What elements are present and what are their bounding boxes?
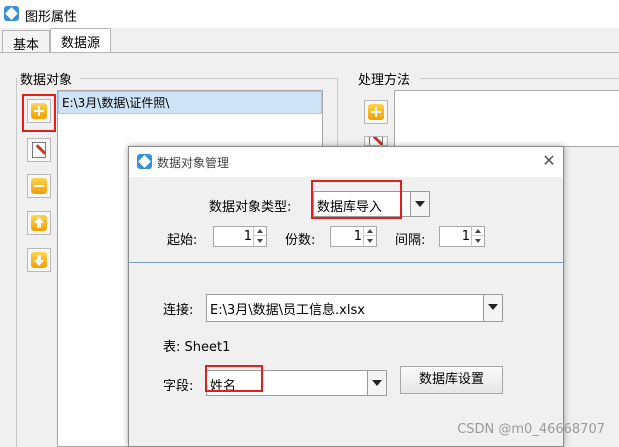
connection-select[interactable]: E:\3月\数据\员工信息.xlsx (206, 294, 503, 322)
start-stepper[interactable]: 1 (213, 226, 267, 247)
table-text: 表: Sheet1 (163, 340, 231, 355)
copies-stepper[interactable]: 1 (330, 226, 377, 247)
edit-icon (369, 137, 383, 145)
process-list[interactable] (394, 90, 619, 147)
chevron-down-icon[interactable] (483, 295, 502, 321)
type-label: 数据对象类型: (209, 200, 292, 215)
edit-object-button[interactable] (27, 138, 51, 162)
app-icon (4, 6, 19, 21)
window-title: 图形属性 (25, 10, 78, 25)
title-bar (0, 0, 619, 28)
edit-icon (32, 142, 46, 158)
database-settings-button[interactable]: 数据库设置 (400, 366, 503, 394)
add-process-button[interactable] (364, 100, 388, 124)
arrow-down-icon (31, 252, 47, 268)
start-label: 起始: (167, 233, 198, 248)
add-icon (368, 104, 384, 120)
group-divider (420, 78, 619, 79)
interval-stepper[interactable]: 1 (439, 226, 485, 247)
move-down-button[interactable] (27, 248, 51, 272)
connection-label: 连接: (163, 303, 194, 318)
dialog-app-icon (137, 154, 152, 169)
copies-value: 1 (353, 229, 362, 244)
remove-object-button[interactable] (27, 174, 51, 198)
tab-data-source[interactable]: 数据源 (50, 28, 112, 52)
tab-divider (0, 52, 619, 53)
copies-label: 份数: (285, 233, 316, 248)
chevron-down-icon[interactable] (410, 192, 429, 216)
close-icon[interactable]: ✕ (540, 152, 558, 170)
move-up-button[interactable] (27, 211, 51, 235)
add-button-highlight (22, 94, 56, 132)
connection-value: E:\3月\数据\员工信息.xlsx (210, 303, 365, 318)
field-label: 字段: (163, 379, 194, 394)
spin-down-icon[interactable] (364, 236, 376, 245)
spin-down-icon[interactable] (254, 236, 266, 245)
tab-basic[interactable]: 基本 (2, 30, 51, 53)
watermark: CSDN @m0_46668707 (457, 422, 605, 437)
chevron-down-icon[interactable] (367, 371, 386, 395)
data-object-manager-dialog: 数据对象管理 ✕ 数据对象类型: 数据库导入 起始: 1 份数: 1 间隔: 1… (128, 146, 564, 447)
start-value: 1 (243, 229, 252, 244)
dialog-divider (129, 262, 563, 263)
list-item[interactable]: E:\3月\数据\证件照\ (58, 91, 322, 114)
field-highlight (205, 365, 263, 392)
interval-value: 1 (461, 229, 470, 244)
arrow-up-icon (31, 215, 47, 231)
spin-up-icon[interactable] (472, 227, 484, 236)
spin-up-icon[interactable] (364, 227, 376, 236)
edit-process-button[interactable] (364, 136, 388, 146)
interval-label: 间隔: (395, 233, 426, 248)
spin-down-icon[interactable] (472, 236, 484, 245)
dialog-title: 数据对象管理 (157, 156, 230, 170)
spin-up-icon[interactable] (254, 227, 266, 236)
type-highlight (311, 180, 402, 219)
process-group-label: 处理方法 (358, 73, 411, 88)
remove-icon (31, 178, 47, 194)
